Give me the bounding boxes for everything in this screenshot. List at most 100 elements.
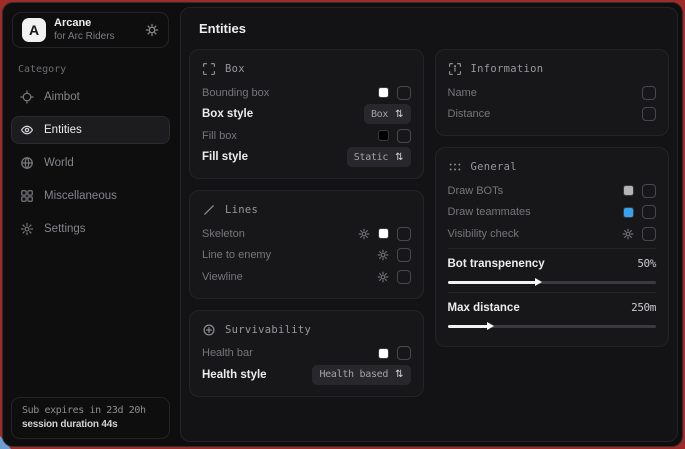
setting-row-bot-transparency: Bot transpenency 50%: [448, 248, 657, 284]
updown-arrows-icon: ⇅: [395, 152, 403, 163]
setting-row-viewline: Viewline: [202, 266, 411, 288]
checkbox[interactable]: [642, 107, 656, 121]
color-swatch[interactable]: [623, 207, 634, 218]
panel-information: Information Name Distance: [435, 49, 670, 136]
checkbox[interactable]: [642, 205, 656, 219]
panel-survivability: Survivability Health bar Health style He…: [189, 310, 424, 397]
session-duration-text: session duration 44s: [22, 419, 159, 430]
setting-row-box-style: Box style Box ⇅: [202, 104, 411, 126]
sidebar-item-aimbot[interactable]: Aimbot: [11, 83, 170, 111]
checkbox[interactable]: [397, 227, 411, 241]
checkbox[interactable]: [642, 227, 656, 241]
info-frame-icon: [448, 62, 462, 76]
circle-plus-icon: [202, 323, 216, 337]
checkbox[interactable]: [397, 270, 411, 284]
checkbox[interactable]: [642, 86, 656, 100]
setting-label: Skeleton: [202, 228, 245, 240]
sidebar: A Arcane for Arc Riders Category: [3, 3, 178, 446]
checkbox[interactable]: [397, 86, 411, 100]
panel-title: Information: [471, 63, 544, 75]
setting-label: Draw teammates: [448, 206, 531, 218]
sidebar-item-label: Entities: [44, 124, 82, 136]
color-swatch[interactable]: [378, 348, 389, 359]
sidebar-item-miscellaneous[interactable]: Miscellaneous: [11, 182, 170, 210]
setting-label: Distance: [448, 108, 491, 120]
color-swatch[interactable]: [378, 228, 389, 239]
panel-title: Box: [225, 63, 245, 75]
setting-row-fill-box: Fill box: [202, 125, 411, 147]
sub-expiry-text: Sub expires in 23d 20h: [22, 405, 159, 416]
crosshair-icon: [20, 90, 34, 104]
fill-style-select[interactable]: Static ⇅: [347, 147, 411, 167]
slider-thumb[interactable]: [535, 278, 542, 286]
select-value: Box: [371, 109, 388, 120]
color-swatch[interactable]: [623, 185, 634, 196]
globe-icon: [20, 156, 34, 170]
gear-icon: [20, 222, 34, 236]
setting-label: Visibility check: [448, 228, 519, 240]
setting-label: Line to enemy: [202, 249, 271, 261]
row-gear-icon[interactable]: [377, 249, 389, 261]
row-gear-icon[interactable]: [358, 228, 370, 240]
box-corners-icon: [202, 62, 216, 76]
setting-label: Box style: [202, 108, 253, 120]
checkbox[interactable]: [642, 184, 656, 198]
setting-row-fill-style: Fill style Static ⇅: [202, 147, 411, 169]
sidebar-item-label: Miscellaneous: [44, 190, 117, 202]
updown-arrows-icon: ⇅: [395, 109, 403, 120]
box-style-select[interactable]: Box ⇅: [364, 104, 411, 124]
app-title: Arcane: [54, 17, 115, 31]
color-swatch[interactable]: [378, 87, 389, 98]
category-label: Category: [18, 64, 178, 75]
row-gear-icon[interactable]: [377, 271, 389, 283]
setting-label: Max distance: [448, 302, 520, 314]
sync-gear-icon[interactable]: [145, 23, 159, 37]
panel-title: General: [471, 161, 517, 173]
sidebar-nav: Aimbot Entities World: [3, 83, 178, 243]
slider-value: 250m: [631, 301, 656, 314]
app-window: A Arcane for Arc Riders Category: [2, 2, 683, 447]
grid-icon: [20, 189, 34, 203]
sidebar-item-label: World: [44, 157, 74, 169]
setting-row-draw-bots: Draw BOTs: [448, 180, 657, 202]
setting-row-name: Name: [448, 82, 657, 104]
sidebar-item-settings[interactable]: Settings: [11, 215, 170, 243]
sidebar-item-label: Aimbot: [44, 91, 80, 103]
slider-thumb[interactable]: [487, 322, 494, 330]
bot-transparency-slider[interactable]: [448, 281, 657, 284]
sidebar-item-entities[interactable]: Entities: [11, 116, 170, 144]
setting-label: Fill box: [202, 130, 237, 142]
select-value: Health based: [319, 369, 388, 380]
panel-title: Survivability: [225, 324, 311, 336]
eye-icon: [20, 123, 34, 137]
sidebar-item-world[interactable]: World: [11, 149, 170, 177]
app-subtitle: for Arc Riders: [54, 31, 115, 44]
setting-label: Bounding box: [202, 87, 269, 99]
setting-label: Draw BOTs: [448, 185, 504, 197]
main-content: Entities Box Bounding box: [180, 7, 678, 442]
setting-row-bounding-box: Bounding box: [202, 82, 411, 104]
row-gear-icon[interactable]: [622, 228, 634, 240]
slider-value: 50%: [637, 257, 656, 270]
app-logo-avatar: A: [22, 18, 46, 42]
checkbox[interactable]: [397, 346, 411, 360]
setting-label: Health bar: [202, 347, 253, 359]
checkbox[interactable]: [397, 248, 411, 262]
setting-row-draw-teammates: Draw teammates: [448, 202, 657, 224]
setting-label: Bot transpenency: [448, 258, 545, 270]
setting-row-skeleton: Skeleton: [202, 223, 411, 245]
setting-row-line-to-enemy: Line to enemy: [202, 245, 411, 267]
page-title: Entities: [199, 21, 677, 36]
max-distance-slider[interactable]: [448, 325, 657, 328]
sidebar-item-label: Settings: [44, 223, 86, 235]
select-value: Static: [354, 152, 388, 163]
diagonal-line-icon: [202, 203, 216, 217]
color-swatch[interactable]: [378, 130, 389, 141]
setting-label: Name: [448, 87, 477, 99]
panel-lines: Lines Skeleton: [189, 190, 424, 299]
updown-arrows-icon: ⇅: [395, 369, 403, 380]
checkbox[interactable]: [397, 129, 411, 143]
setting-row-max-distance: Max distance 250m: [448, 292, 657, 328]
health-style-select[interactable]: Health based ⇅: [312, 365, 410, 385]
setting-label: Fill style: [202, 151, 248, 163]
